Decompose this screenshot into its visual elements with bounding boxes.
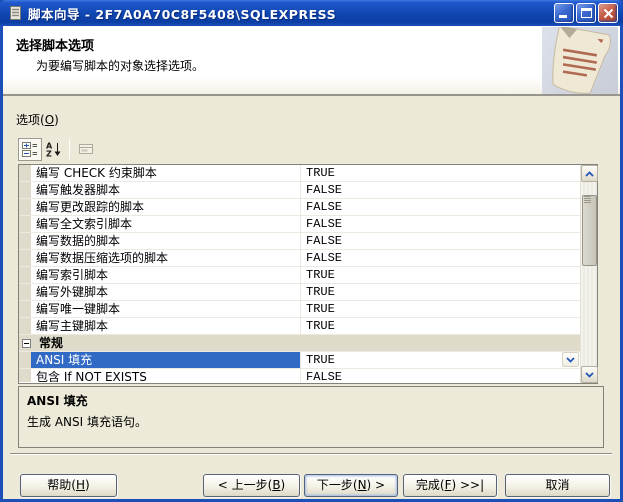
vertical-scrollbar[interactable] [580, 165, 597, 383]
script-options-grid: 编写 CHECK 约束脚本 TRUE 编写触发器脚本 FALSE 编写更改跟踪的… [18, 164, 598, 384]
next-button[interactable]: 下一步(N) > [304, 474, 398, 497]
property-row[interactable]: 编写触发器脚本 FALSE [19, 182, 580, 199]
close-icon [602, 7, 615, 20]
divider [10, 453, 612, 455]
finish-button[interactable]: 完成(F) >>| [403, 474, 497, 497]
scroll-down-button[interactable] [581, 366, 598, 383]
description-title: ANSI 填充 [27, 392, 595, 409]
svg-text:Z: Z [46, 150, 52, 158]
window-title: 脚本向导 - 2F7A0A70C8F5408\SQLEXPRESS [28, 4, 552, 23]
category-row[interactable]: 常规 [19, 335, 580, 352]
page-subtitle: 为要编写脚本的对象选择选项。 [36, 57, 204, 74]
description-text: 生成 ANSI 填充语句。 [27, 413, 595, 430]
toolbar-separator [69, 139, 70, 159]
chevron-down-icon [585, 372, 594, 378]
minimize-icon [559, 15, 567, 18]
chevron-down-icon [566, 357, 575, 363]
property-row[interactable]: 编写外键脚本 TRUE [19, 284, 580, 301]
page-title: 选择脚本选项 [16, 35, 94, 54]
titlebar[interactable]: 脚本向导 - 2F7A0A70C8F5408\SQLEXPRESS [0, 0, 623, 26]
scroll-up-button[interactable] [581, 165, 598, 182]
categorized-view-button[interactable] [18, 138, 42, 161]
options-label: 选项(O) [16, 111, 59, 128]
wizard-header: 选择脚本选项 为要编写脚本的对象选择选项。 [3, 26, 620, 96]
property-row[interactable]: 编写唯一键脚本 TRUE [19, 301, 580, 318]
collapse-minus-icon[interactable] [22, 339, 31, 348]
property-grid-toolbar: A Z [18, 137, 98, 161]
categorized-icon [22, 141, 38, 157]
property-row[interactable]: 编写数据的脚本 FALSE [19, 233, 580, 250]
property-row[interactable]: 编写 CHECK 约束脚本 TRUE [19, 165, 580, 182]
maximize-icon [581, 8, 592, 18]
property-pages-button [74, 138, 98, 161]
close-button[interactable] [598, 3, 618, 23]
sort-alphabetical-button[interactable]: A Z [42, 138, 66, 161]
property-row-selected[interactable]: ANSI 填充 TRUE [19, 352, 580, 369]
script-wizard-window: 脚本向导 - 2F7A0A70C8F5408\SQLEXPRESS 选择脚本选项… [0, 0, 623, 502]
property-description-panel: ANSI 填充 生成 ANSI 填充语句。 [18, 386, 604, 448]
paper-scroll-icon [542, 27, 618, 94]
app-icon [7, 5, 23, 21]
value-dropdown-button[interactable] [562, 352, 579, 367]
back-button[interactable]: < 上一步(B) [203, 474, 300, 497]
scrollbar-grip-icon [584, 196, 591, 203]
cancel-button[interactable]: 取消 [505, 474, 610, 497]
maximize-button[interactable] [576, 3, 596, 23]
help-button[interactable]: 帮助(H) [20, 474, 117, 497]
property-row[interactable]: 编写更改跟踪的脚本 FALSE [19, 199, 580, 216]
property-pages-icon [78, 141, 94, 157]
property-row[interactable]: 编写主键脚本 TRUE [19, 318, 580, 335]
chevron-up-icon [585, 171, 594, 177]
scrollbar-thumb[interactable] [582, 195, 597, 266]
minimize-button[interactable] [554, 3, 574, 23]
dialog-body: 选择脚本选项 为要编写脚本的对象选择选项。 [0, 26, 623, 502]
property-row[interactable]: 编写全文索引脚本 FALSE [19, 216, 580, 233]
grid-rows: 编写 CHECK 约束脚本 TRUE 编写触发器脚本 FALSE 编写更改跟踪的… [19, 165, 580, 383]
property-row[interactable]: 编写数据压缩选项的脚本 FALSE [19, 250, 580, 267]
property-row[interactable]: 包含 If NOT EXISTS FALSE [19, 369, 580, 382]
property-row[interactable]: 编写索引脚本 TRUE [19, 267, 580, 284]
sort-az-icon: A Z [46, 141, 62, 157]
